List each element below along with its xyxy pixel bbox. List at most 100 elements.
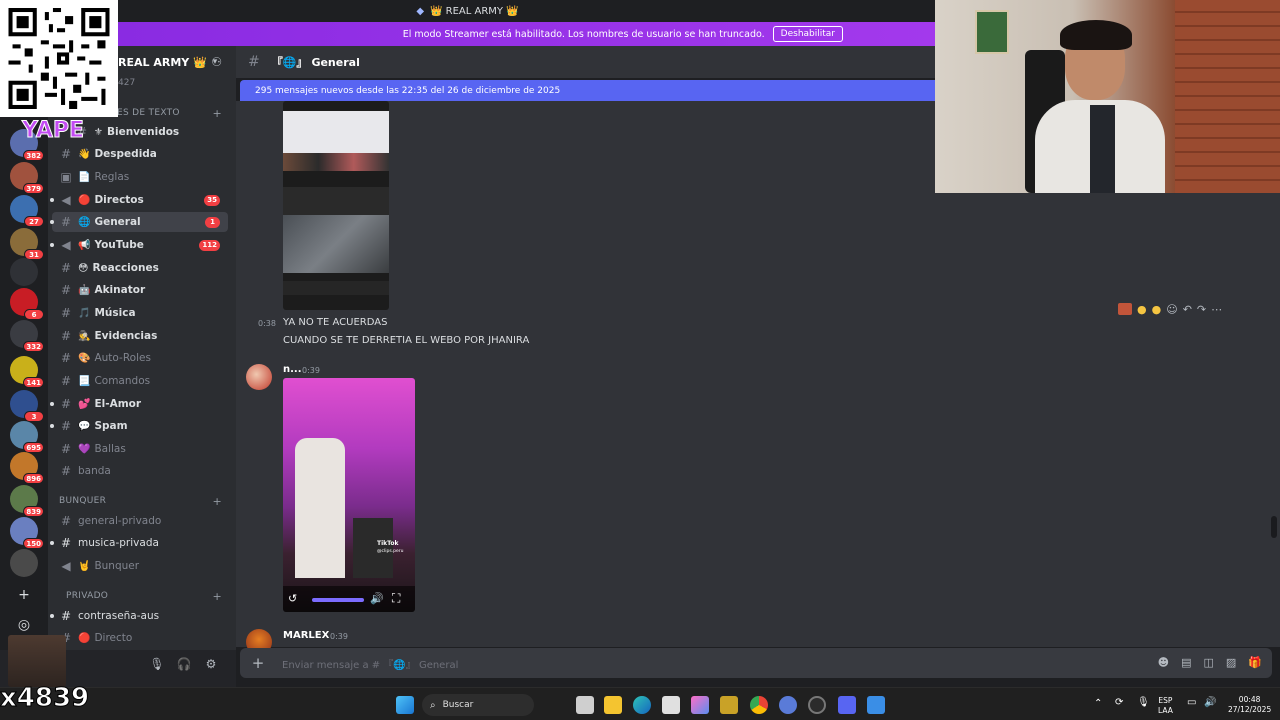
server-icon[interactable]: 31 [10, 228, 44, 260]
invite-icon[interactable]: ⚇ [211, 55, 222, 69]
settings-gear-icon[interactable]: ⚙ [202, 657, 220, 675]
channel-directo[interactable]: # 🔴 Directo [52, 628, 228, 648]
category-bunquer[interactable]: BUNQUER + [48, 495, 236, 509]
sync-icon[interactable]: ⟳ [1115, 698, 1123, 708]
more-options-icon[interactable]: ⋯ [1211, 303, 1222, 316]
network-icon[interactable]: ▭ [1187, 698, 1196, 708]
video-attachment[interactable]: TikTok @clips.peru ↺ 🔊 ⛶ [283, 378, 415, 612]
forward-icon[interactable]: ↷ [1197, 303, 1206, 316]
channel-directos[interactable]: ◀ 🔴 Directos 35 [50, 190, 228, 210]
server-icon[interactable]: 839 [10, 485, 44, 517]
channel-comandos[interactable]: # 📃 Comandos [52, 371, 228, 391]
channel-emoji: 📢 [78, 239, 91, 251]
image-attachment[interactable] [283, 101, 389, 310]
add-channel-icon[interactable]: + [212, 107, 222, 120]
channel-evidencias[interactable]: # 🕵 Evidencias [52, 326, 228, 346]
add-server-icon[interactable]: + [14, 585, 34, 605]
channel-general[interactable]: # 🌐 General 1 [50, 212, 228, 232]
server-icon[interactable] [10, 258, 38, 286]
channel-bunquer-voice[interactable]: ◀ 🤘 Bunquer [52, 556, 228, 576]
category-label: PRIVADO [66, 591, 109, 601]
replay-icon[interactable]: ↺ [288, 592, 297, 605]
disable-streamer-button[interactable]: Deshabilitar [772, 26, 843, 42]
channel-musica[interactable]: # 🎵 Música [52, 303, 228, 323]
start-windows-icon[interactable] [396, 696, 414, 714]
headphones-icon[interactable]: 🎧 [175, 657, 193, 675]
app-icon[interactable] [779, 696, 797, 714]
channel-label: Reacciones [92, 262, 159, 274]
server-icon[interactable]: 695 [10, 421, 44, 453]
channel-youtube[interactable]: ◀ 📢 YouTube 112 [50, 235, 228, 255]
add-channel-icon[interactable]: + [212, 590, 222, 603]
edge-browser-icon[interactable] [633, 696, 651, 714]
reaction-emoji-icon[interactable] [1118, 303, 1132, 315]
chevron-up-icon[interactable]: ⌃ [1094, 699, 1102, 709]
reaction-emoji-icon[interactable]: ● [1152, 303, 1162, 316]
discover-icon[interactable]: ◎ [14, 615, 34, 635]
discord-icon[interactable] [838, 696, 856, 714]
emoji-picker-icon[interactable]: ▨ [1226, 656, 1236, 669]
server-icon[interactable]: 896 [10, 452, 44, 484]
messages-scrollbar[interactable] [1271, 516, 1277, 538]
input-language[interactable]: ESP LAA [1158, 696, 1173, 716]
new-messages-bar[interactable]: 295 mensajes nuevos desde las 22:35 del … [240, 80, 935, 101]
channel-banda[interactable]: # banda [52, 461, 228, 481]
sticker-icon[interactable]: ◫ [1203, 656, 1213, 669]
app-icon[interactable] [867, 696, 885, 714]
server-icon[interactable]: 141 [10, 356, 44, 388]
server-icon[interactable]: 3 [10, 390, 44, 422]
upload-plus-icon[interactable]: + [240, 654, 276, 672]
user-avatar[interactable] [246, 364, 272, 390]
chrome-icon[interactable] [750, 696, 768, 714]
obs-icon[interactable] [808, 696, 826, 714]
composer-placeholder[interactable]: Enviar mensaje a # 『🌐』 General [282, 656, 458, 671]
reply-icon[interactable]: ↶ [1183, 303, 1192, 316]
volume-icon[interactable]: 🔊 [370, 592, 384, 605]
add-channel-icon[interactable]: + [212, 495, 222, 508]
channel-spam[interactable]: # 💬 Spam [50, 416, 228, 436]
server-icon[interactable]: 150 [10, 517, 44, 549]
server-icon[interactable]: 379 [10, 162, 44, 194]
gif-icon[interactable]: ▤ [1181, 656, 1191, 669]
task-view-icon[interactable] [576, 696, 594, 714]
message-timestamp: 0:38 [258, 319, 276, 328]
clock[interactable]: 00:48 27/12/2025 [1228, 695, 1271, 715]
add-reaction-icon[interactable]: ☺ [1166, 303, 1177, 316]
message-composer[interactable]: + Enviar mensaje a # 『🌐』 General ☻ ▤ ◫ ▨… [240, 648, 1272, 678]
microphone-icon[interactable]: 🎙 [148, 657, 166, 675]
category-privado[interactable]: PRIVADO + [48, 590, 236, 604]
announcement-icon: ◀ [61, 238, 71, 252]
app-w-icon[interactable] [720, 696, 738, 714]
apps-icon[interactable]: ☻ [1158, 656, 1169, 669]
server-icon[interactable]: 27 [10, 195, 44, 227]
channel-despedida[interactable]: # 👋 Despedida [52, 144, 228, 164]
text-channel-icon: # [60, 351, 72, 365]
channel-ballas[interactable]: # 💜 Ballas [52, 439, 228, 459]
channel-musica-privada[interactable]: # musica-privada [50, 533, 228, 553]
gift-icon[interactable]: 🎁 [1248, 656, 1262, 669]
copilot-icon[interactable] [691, 696, 709, 714]
voice-channel-icon: ◀ [61, 559, 71, 573]
channel-reacciones[interactable]: # 😳 Reacciones [52, 258, 228, 278]
microphone-tray-icon[interactable]: 🎙 [1137, 698, 1150, 708]
user-avatar[interactable] [8, 635, 66, 687]
channel-akinator[interactable]: # 🤖 Akinator [52, 280, 228, 300]
channel-reglas[interactable]: ▣ 📄 Reglas [52, 167, 228, 187]
reaction-emoji-icon[interactable]: ● [1137, 303, 1147, 316]
server-icon[interactable] [10, 549, 38, 577]
fullscreen-icon[interactable]: ⛶ [392, 591, 400, 606]
header-channel-name: General [311, 55, 360, 69]
snipping-tool-icon[interactable] [662, 696, 680, 714]
message-author[interactable]: n... [283, 364, 302, 375]
file-explorer-icon[interactable] [604, 696, 622, 714]
channel-auto-roles[interactable]: # 🎨 Auto-Roles [52, 348, 228, 368]
taskbar-search[interactable]: ⌕ Buscar [422, 694, 534, 716]
volume-tray-icon[interactable]: 🔊 [1204, 698, 1216, 708]
server-icon[interactable]: 332 [10, 320, 44, 352]
message-author[interactable]: MARLEX [283, 630, 329, 641]
channel-general-privado[interactable]: # general-privado [52, 511, 228, 531]
server-icon[interactable]: 6 [10, 288, 44, 320]
channel-contrasena-aus[interactable]: # contraseña-aus [50, 606, 228, 626]
channel-el-amor[interactable]: # 💕 El-Amor [50, 394, 228, 414]
volume-slider[interactable] [312, 598, 364, 602]
